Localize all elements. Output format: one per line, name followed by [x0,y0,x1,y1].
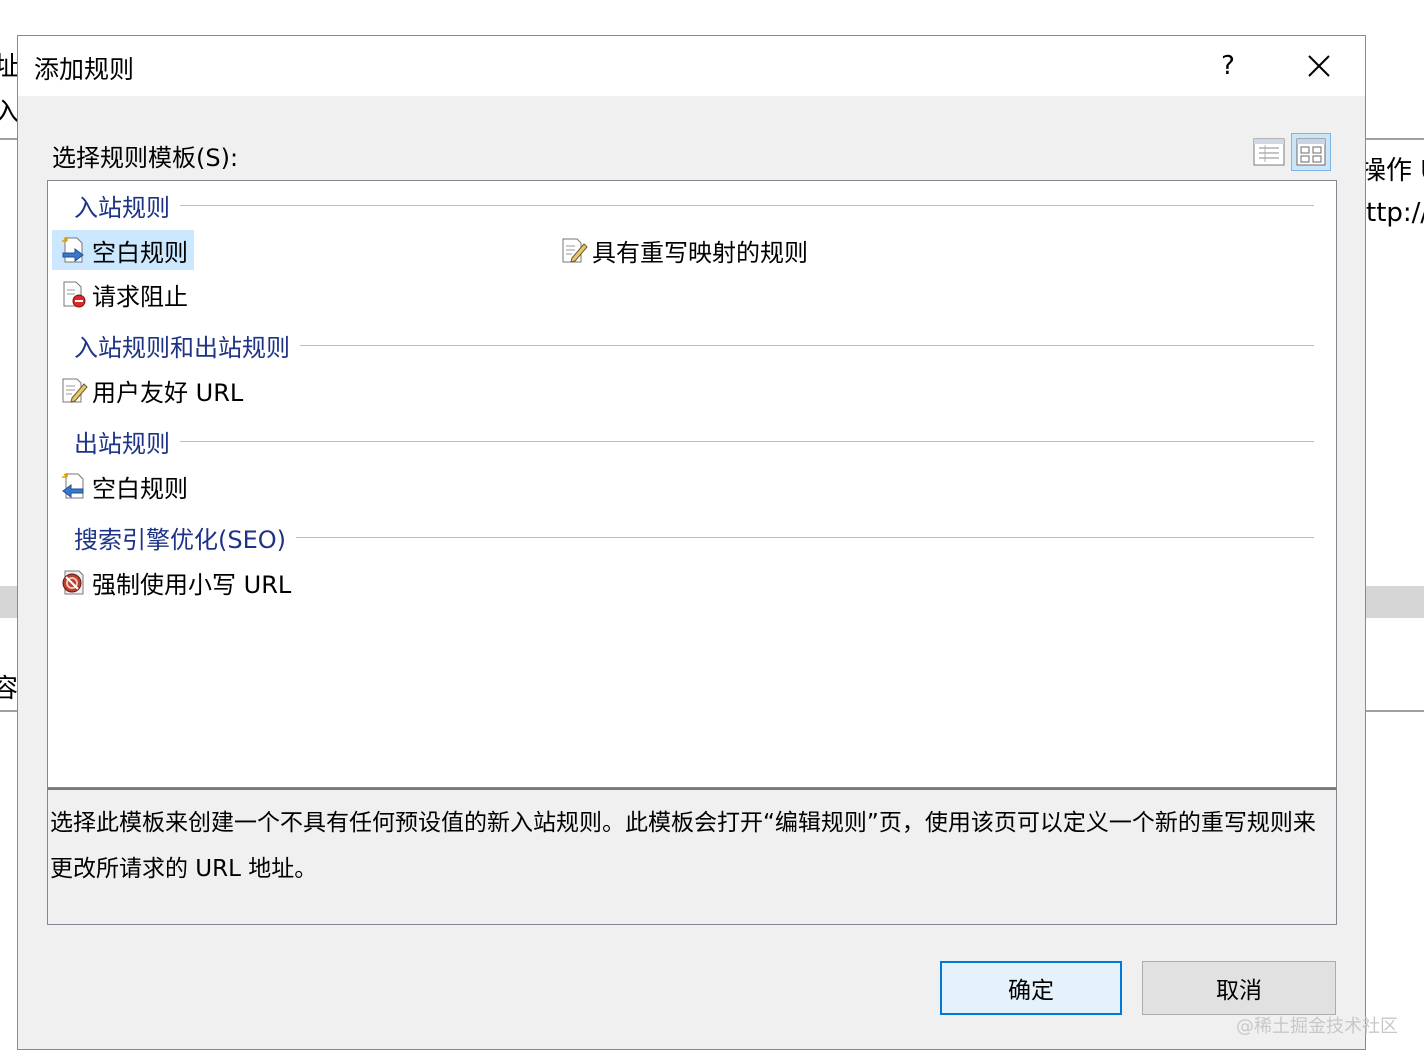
template-item-label: 具有重写映射的规则 [592,238,808,267]
template-item-label: 用户友好 URL [92,378,244,407]
template-item-label: 强制使用小写 URL [92,570,292,599]
lowercase-url-icon [60,567,88,597]
background-divider [1366,710,1424,712]
watermark: @稀土掘金技术社区 [1236,1016,1398,1037]
background-text-fragment: ttp:// [1366,198,1424,228]
close-button[interactable] [1288,42,1350,90]
ok-button[interactable]: 确定 [940,961,1122,1015]
add-rule-dialog: 添加规则 ? 选择规则模板(S): 入站规则 空白规则 具有重写映射的规则 请求… [17,35,1366,1050]
group-title: 出站规则 [74,429,170,458]
group-title: 搜索引擎优化(SEO) [74,525,287,554]
dialog-titlebar[interactable]: 添加规则 ? [18,36,1365,96]
template-description: 选择此模板来创建一个不具有任何预设值的新入站规则。此模板会打开“编辑规则”页，使… [47,788,1337,925]
list-view-icon [1253,138,1285,166]
template-item-enforce-lowercase-url[interactable]: 强制使用小写 URL [52,562,297,602]
template-item-blank-inbound-rule[interactable]: 空白规则 [52,230,194,270]
group-title: 入站规则和出站规则 [74,333,290,362]
group-header-inbound-outbound: 入站规则和出站规则 [74,328,1314,362]
rule-template-list[interactable]: 入站规则 空白规则 具有重写映射的规则 请求阻止 入站规则和出站规则 用户友好 … [47,180,1337,788]
blank-outbound-rule-icon [60,471,88,501]
group-divider [180,440,1314,442]
template-item-rule-with-rewrite-map[interactable]: 具有重写映射的规则 [552,230,814,270]
template-item-blank-outbound-rule[interactable]: 空白规则 [52,466,194,506]
background-divider [0,138,18,140]
background-text-fragment: 操作 U [1360,156,1424,186]
template-item-user-friendly-url[interactable]: 用户友好 URL [52,370,249,410]
blank-inbound-rule-icon [60,235,88,265]
group-title: 入站规则 [74,193,170,222]
group-divider [300,344,1314,346]
rewrite-map-rule-icon [560,235,588,265]
group-header-seo: 搜索引擎优化(SEO) [74,520,1314,554]
tile-view-icon [1296,138,1326,166]
group-header-outbound: 出站规则 [74,424,1314,458]
template-item-request-blocking[interactable]: 请求阻止 [52,274,194,314]
tile-view-button[interactable] [1291,133,1331,171]
cancel-button[interactable]: 取消 [1142,961,1336,1015]
background-panel-bar [0,586,18,618]
group-divider [180,204,1314,206]
template-item-label: 空白规则 [92,474,188,503]
user-friendly-url-icon [60,375,88,405]
template-item-label: 请求阻止 [92,282,188,311]
template-item-label: 空白规则 [92,238,188,267]
group-header-inbound: 入站规则 [74,188,1314,222]
background-panel-bar [1366,586,1424,618]
background-text-fragment: 容 [0,674,19,704]
group-divider [296,536,1314,538]
background-divider [0,710,18,712]
help-button[interactable]: ? [1198,42,1258,90]
close-icon [1308,55,1330,77]
list-view-button[interactable] [1249,133,1289,171]
select-template-label: 选择规则模板(S): [52,144,239,172]
dialog-title: 添加规则 [34,55,135,84]
background-divider [1366,138,1424,140]
request-blocking-icon [60,279,88,309]
